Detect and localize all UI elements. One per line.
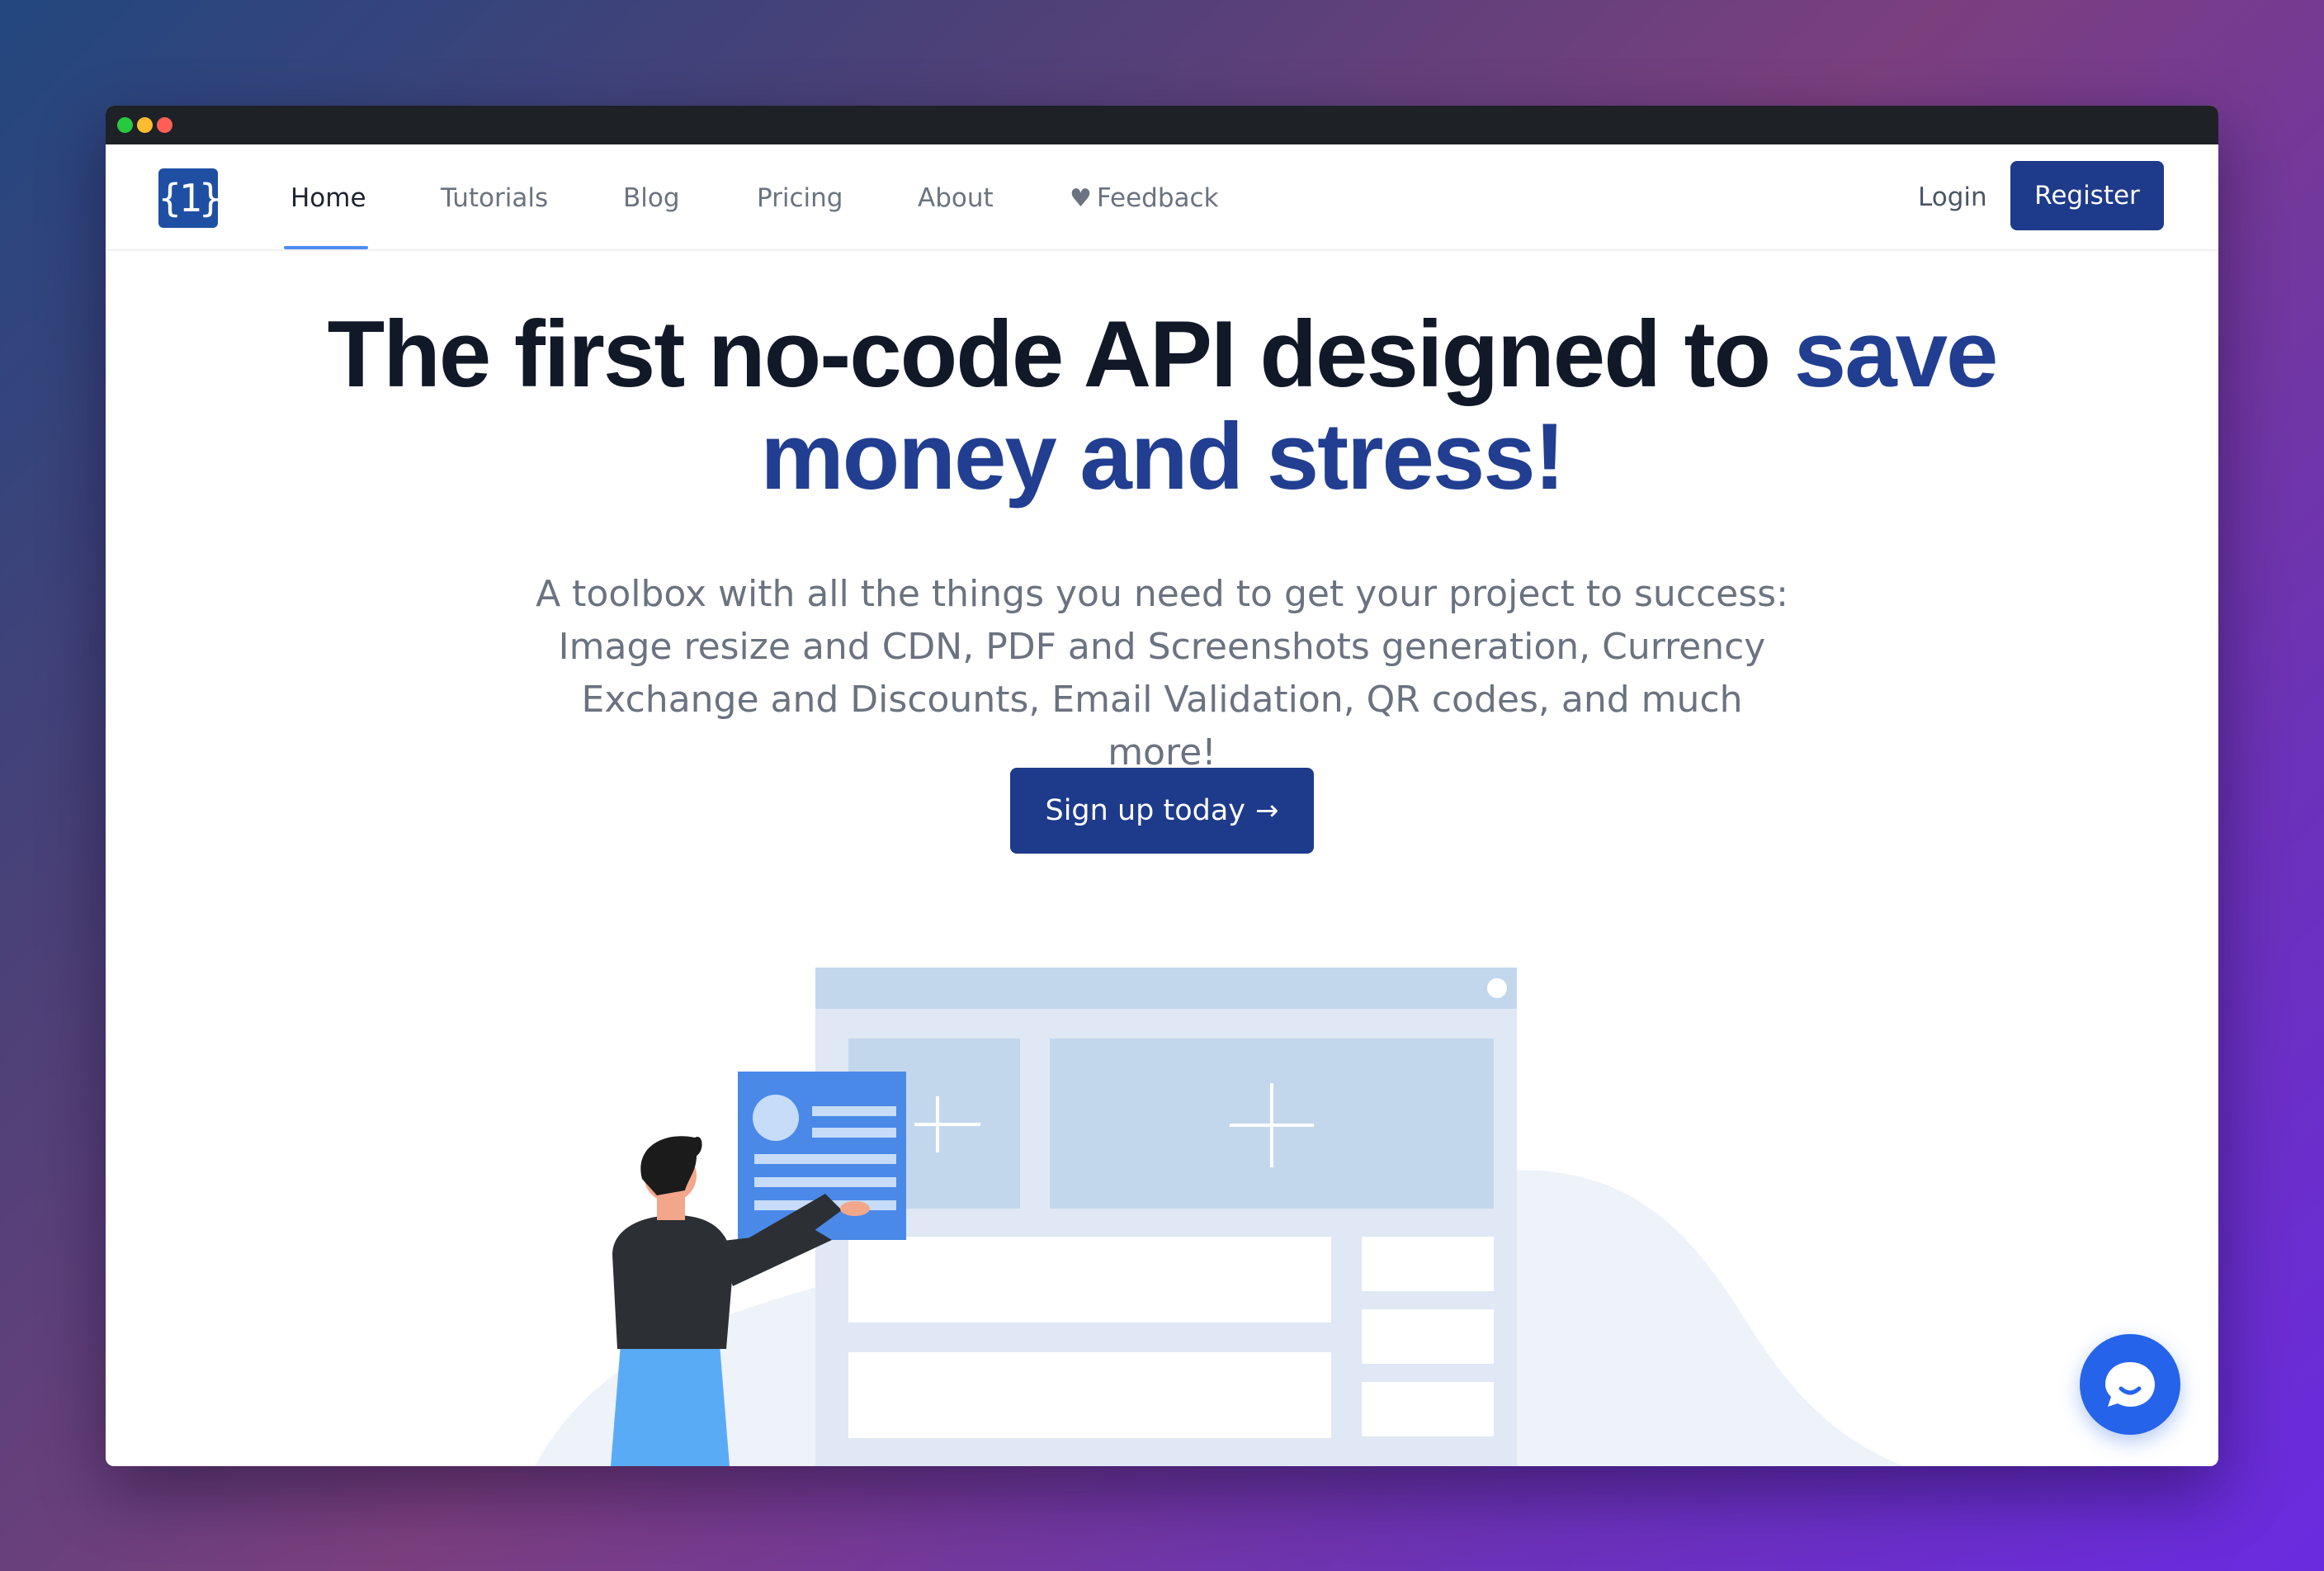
mockup-row-2: [848, 1352, 1331, 1438]
mockup-row-1: [848, 1237, 1331, 1323]
illustration-blob-right: [1509, 1170, 1905, 1466]
mockup-cell-3: [1362, 1382, 1494, 1436]
hero-illustration: [535, 968, 1905, 1466]
chat-icon: [2105, 1362, 2155, 1407]
mockup-cell-2: [1362, 1309, 1494, 1364]
mockup-titlebar: [815, 968, 1517, 1009]
browser-window: {1} Home Tutorials Blog Pricing About ♥ F…: [106, 106, 2218, 1466]
mockup-dot: [1487, 978, 1507, 998]
profile-card-avatar: [753, 1095, 799, 1141]
mockup-cell-1: [1362, 1237, 1494, 1291]
chat-launcher-button[interactable]: [2080, 1334, 2180, 1435]
